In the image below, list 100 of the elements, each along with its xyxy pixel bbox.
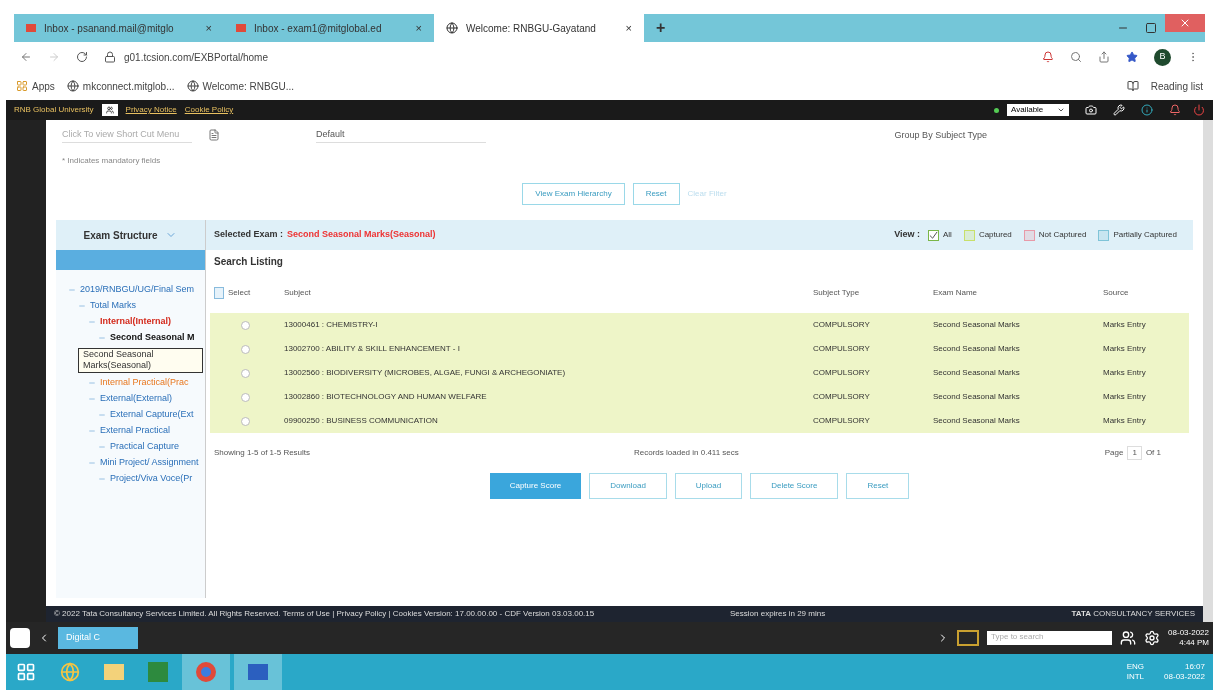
table-cell-text: COMPULSORY (812, 343, 871, 355)
row-radio[interactable] (240, 416, 250, 426)
session-text: Session expires in 29 mins (730, 608, 827, 620)
table-row[interactable]: 13002700 : ABILITY & SKILL ENHANCEMENT - I COMPULSORY Second Seasonal Marks Marks Entry (210, 337, 1189, 361)
close-button[interactable] (1165, 14, 1205, 32)
org-name: RNB Global University (14, 104, 94, 116)
app-date: 08-03-2022 (1168, 628, 1209, 638)
table-cell-text: 13002560 : BIODIVERSITY (MICROBES, ALGAE, FUNGI & ARCHEGONIATE) (283, 367, 567, 379)
tree-node[interactable]: Mini Project/ Assignment (100, 455, 199, 470)
reading-list-link[interactable]: Reading list (1150, 78, 1203, 94)
table-cell-text: COMPULSORY (812, 367, 871, 379)
tab-close[interactable]: × (205, 19, 212, 37)
monitor-icon[interactable] (957, 630, 980, 646)
user-button[interactable] (101, 104, 118, 116)
grouping-dropdown[interactable]: Default (316, 128, 486, 143)
tree-node[interactable]: Project/Viva Voce(Pr (110, 471, 193, 486)
page-field[interactable]: 1 (1127, 446, 1142, 460)
profile-avatar[interactable]: B (1154, 48, 1171, 66)
wrench-icon[interactable] (1113, 104, 1125, 116)
view-checkbox[interactable] (1023, 229, 1035, 241)
row-radio[interactable] (240, 392, 250, 402)
url-field[interactable]: g01.tcsion.com/EXBPortal/home (124, 49, 1026, 65)
tab-title: Inbox - exam1@mitglobal.ed (254, 21, 383, 36)
bookmark-link[interactable]: Welcome: RNBGU... (202, 78, 294, 94)
tab-close[interactable]: × (415, 19, 422, 37)
row-radio[interactable] (240, 368, 250, 378)
header-link[interactable]: Privacy Notice (125, 104, 177, 116)
browser-icon[interactable] (60, 662, 80, 682)
forward-icon[interactable] (48, 51, 60, 63)
group-by-label: Group By Subject Type (894, 128, 987, 142)
page-total: Of 1 (1145, 447, 1161, 459)
view-checkbox[interactable] (963, 229, 975, 241)
users-icon[interactable] (1120, 630, 1137, 646)
table-cell-text: Second Seasonal Marks (932, 415, 1021, 427)
column-header[interactable]: Source (1103, 287, 1129, 299)
load-time: Records loaded in 0.411 secs (634, 447, 740, 459)
tree-node[interactable]: Second Seasonal M (110, 331, 195, 345)
status-dropdown[interactable]: Available (1007, 104, 1069, 116)
tree-node[interactable]: 2019/RNBGU/UG/Final Sem (80, 283, 195, 297)
check-icon (929, 230, 938, 240)
select-all-icon[interactable] (214, 287, 224, 299)
reload-icon[interactable] (76, 51, 88, 63)
view-checkbox[interactable] (928, 229, 939, 241)
column-header[interactable]: Subject Type (813, 287, 860, 299)
view-checkbox[interactable] (1098, 229, 1110, 241)
tree-node[interactable]: Practical Capture (110, 439, 180, 454)
document-icon[interactable] (208, 129, 220, 142)
results-count: Showing 1-5 of 1-5 Results (214, 447, 312, 459)
clock-date: 08-03-2022 (1164, 672, 1205, 682)
tab-title: Welcome: RNBGU-Gayatand (466, 21, 597, 36)
table-cell-text: Marks Entry (1102, 367, 1147, 379)
zoom-icon[interactable] (1070, 51, 1082, 63)
table-cell-text: Marks Entry (1102, 319, 1147, 331)
globe-icon (446, 22, 458, 34)
tab-close[interactable]: × (625, 19, 632, 37)
info-icon[interactable] (1141, 104, 1153, 116)
notification-icon[interactable] (1169, 104, 1181, 116)
bookmark-link[interactable]: mkconnect.mitglob... (82, 78, 175, 94)
table-row[interactable]: 13000461 : CHEMISTRY-I COMPULSORY Second Seasonal Marks Marks Entry (210, 313, 1189, 337)
camera-icon[interactable] (1085, 104, 1097, 116)
bookmark-star-icon[interactable] (1126, 51, 1138, 63)
tree-node[interactable]: External Capture(Ext (110, 407, 194, 422)
new-tab-button[interactable]: + (644, 16, 678, 40)
selected-exam-label: Selected Exam : (214, 228, 284, 242)
browser-logo-icon (196, 662, 216, 682)
table-cell-text: 13002700 : ABILITY & SKILL ENHANCEMENT - I (283, 343, 461, 355)
users-icon (105, 106, 114, 114)
view-option-label: Captured (978, 229, 1012, 241)
bookmark-link[interactable]: Apps (32, 78, 55, 94)
page-label: Page (1104, 447, 1124, 459)
table-cell-text: Second Seasonal Marks (932, 343, 1021, 355)
taskbar-button[interactable] (182, 654, 230, 690)
tree-node[interactable]: Internal(Internal) (100, 315, 171, 329)
maximize-icon[interactable] (1145, 22, 1157, 34)
table-row[interactable]: 13002860 : BIOTECHNOLOGY AND HUMAN WELFARE COMPULSORY Second Seasonal Marks Marks Entry (210, 385, 1189, 409)
power-icon[interactable] (1193, 104, 1205, 116)
back-icon[interactable] (20, 51, 32, 63)
tree-node[interactable]: Total Marks (90, 299, 136, 313)
globe-icon (66, 80, 79, 92)
tree-node[interactable]: External(External) (100, 391, 173, 406)
view-option-label: Partially Captured (1113, 229, 1177, 241)
share-icon[interactable] (1098, 51, 1110, 63)
table-row[interactable]: 09900250 : BUSINESS COMMUNICATION COMPULSORY Second Seasonal Marks Marks Entry (210, 409, 1189, 433)
row-radio[interactable] (240, 320, 250, 330)
header-link[interactable]: Cookie Policy (184, 104, 234, 116)
column-header[interactable]: Subject (284, 287, 311, 299)
windows-logo-icon[interactable] (16, 662, 36, 682)
table-cell-text: COMPULSORY (812, 415, 871, 427)
table-row[interactable]: 13002560 : BIODIVERSITY (MICROBES, ALGAE, FUNGI & ARCHEGONIATE) COMPULSORY Second Seasonal Marks Marks Entry (210, 361, 1189, 385)
taskbar-button[interactable] (234, 654, 282, 690)
mail-icon (26, 24, 36, 32)
tree-node[interactable]: External Practical (100, 423, 171, 438)
column-header[interactable]: Exam Name (933, 287, 977, 299)
table-cell-text: 13002860 : BIOTECHNOLOGY AND HUMAN WELFARE (283, 391, 488, 403)
language-text: ENG (1126, 662, 1145, 672)
apps-icon (16, 80, 28, 92)
browser-tab[interactable]: Welcome: RNBGU-Gayatand × (434, 14, 644, 42)
row-radio[interactable] (240, 344, 250, 354)
settings-icon[interactable] (1144, 630, 1161, 646)
column-header[interactable]: Select (228, 287, 251, 299)
